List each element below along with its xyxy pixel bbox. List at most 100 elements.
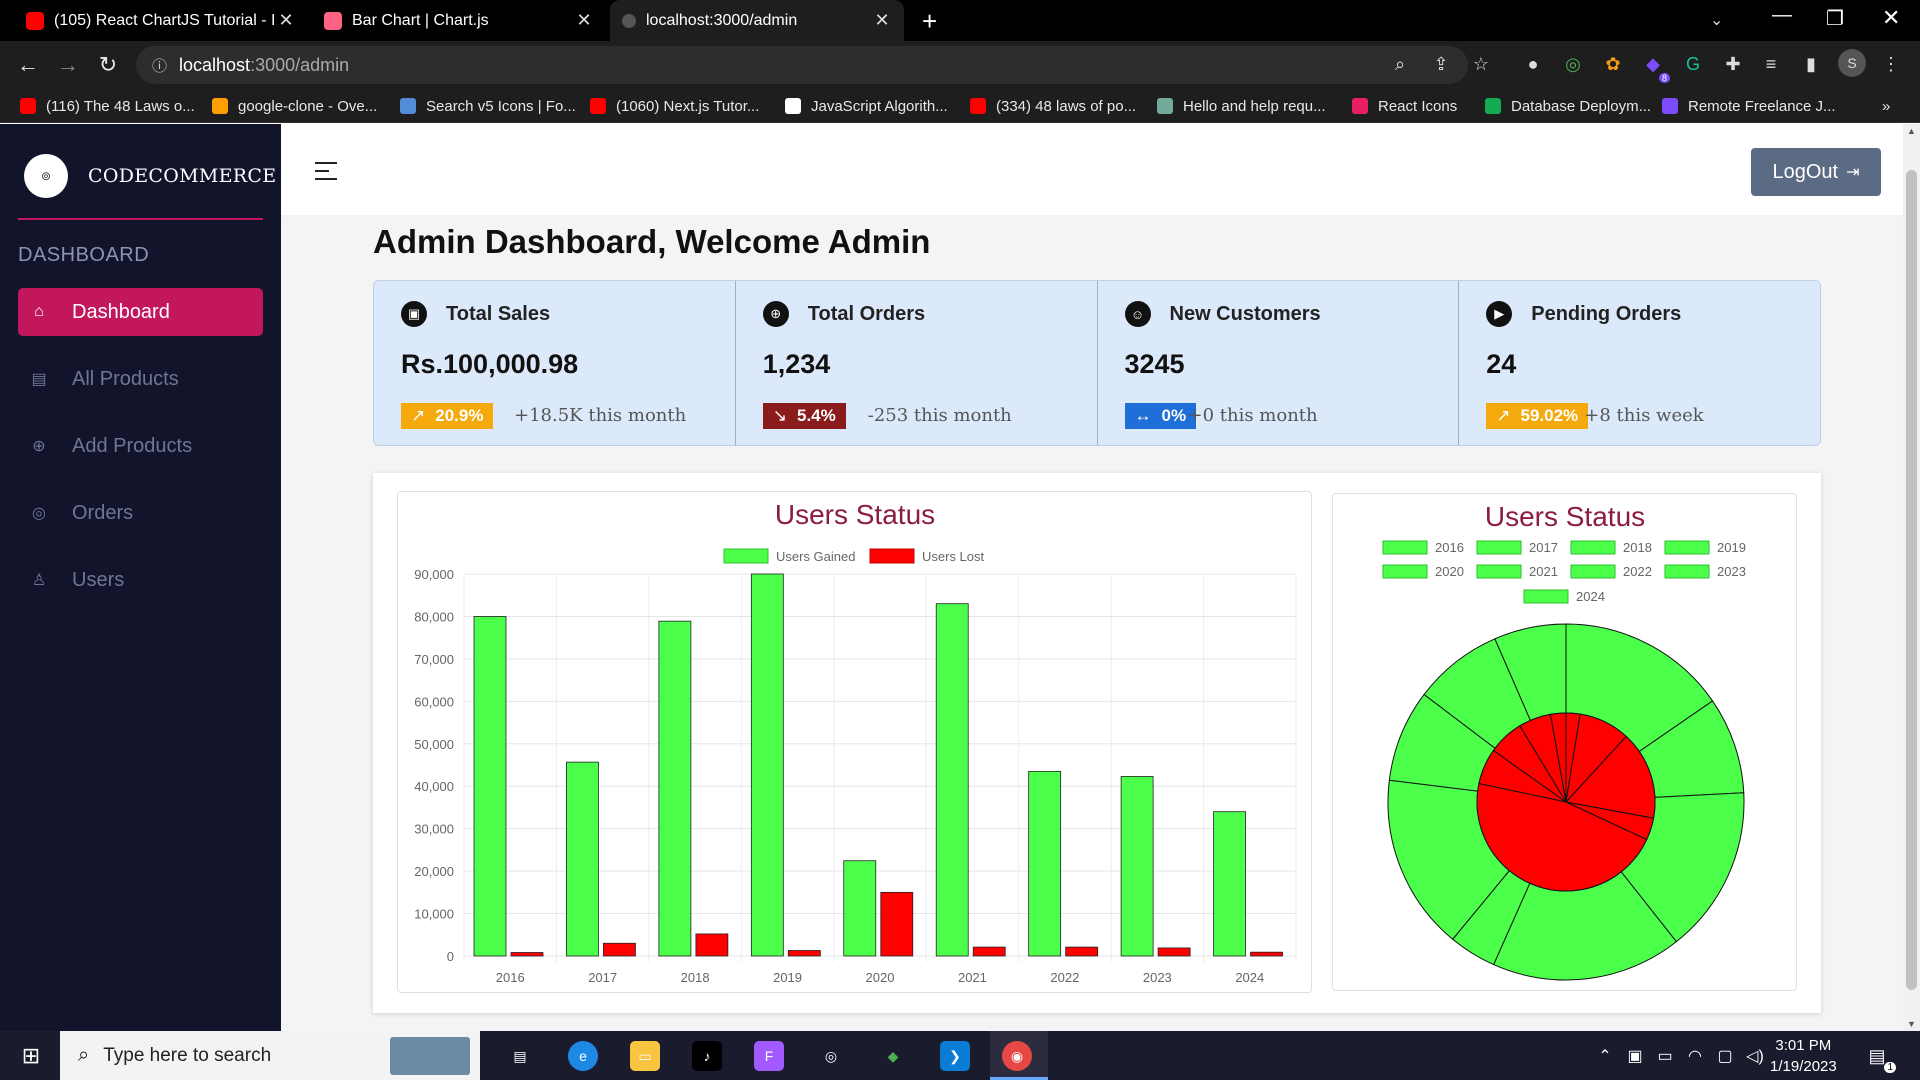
logout-icon: ⇥ [1846,164,1860,181]
bookmark-item[interactable]: google-clone - Ove... [212,95,377,117]
bookmark-item[interactable]: (116) The 48 Laws o... [20,95,195,117]
browser-toolbar: ← → ↻ ⓘ localhost :3000/admin ⌕ ⇪ ☆ ● ◎ … [0,41,1920,89]
tab-search-icon[interactable]: ⌄ [1710,10,1723,30]
bookmark-item[interactable]: JavaScript Algorith... [785,95,948,117]
stat-card: ☺ New Customers 3245 ↔ 0% +0 this month [1098,281,1460,445]
tab-bar-chart-chartjs[interactable]: Bar Chart | Chart.js ✕ [312,0,606,41]
bookmark-item[interactable]: React Icons [1352,95,1457,117]
bookmark-item[interactable]: Database Deploym... [1485,95,1651,117]
bookmark-favicon-icon [970,98,986,114]
bar [473,616,507,957]
clock[interactable]: 3:01 PM 1/19/2023 [1770,1035,1837,1077]
sidebar-item-users[interactable]: ♙ Users [18,556,263,604]
legend-swatch [869,548,915,564]
bookmark-item[interactable]: (1060) Next.js Tutor... [590,95,759,117]
minimize-button[interactable]: — [1772,4,1792,27]
stat-value: 1,234 [762,349,831,379]
sidebar-item-all-products[interactable]: ▤ All Products [18,355,263,403]
bookmark-label: JavaScript Algorith... [811,97,948,115]
notification-count: 1 [1884,1062,1896,1073]
battery-icon[interactable]: ▭ [1650,1041,1680,1071]
bookmark-item[interactable]: (334) 48 laws of po... [970,95,1136,117]
wifi-icon[interactable]: ◠ [1680,1041,1710,1071]
bookmark-label: Hello and help requ... [1183,97,1326,115]
extension-icon[interactable]: ◎ [1558,49,1588,79]
users-status-bar-chart: Users Status Users Gained Users Lost 0 10,00… [414,499,1297,985]
brand-name: CODECOMMERCE [88,165,277,187]
window-close-button[interactable]: ✕ [1882,5,1900,31]
network-icon[interactable]: ▣ [1620,1041,1650,1071]
scroll-down-icon[interactable]: ▼ [1907,1019,1916,1029]
x-tick-label: 2022 [1050,970,1079,985]
display-icon[interactable]: ▢ [1710,1041,1740,1071]
bookmark-favicon-icon [1157,98,1173,114]
taskbar-search[interactable]: ⌕ Type here to search [60,1031,480,1080]
extension-icon[interactable]: ● [1518,49,1548,79]
close-icon[interactable]: ✕ [872,10,892,31]
address-bar[interactable]: ⓘ localhost :3000/admin [136,46,1468,84]
brand[interactable]: ⊚ CODECOMMERCE [24,154,276,198]
extensions-puzzle-icon[interactable]: ✚ [1718,49,1748,79]
vscode-icon[interactable]: ❯ [940,1041,970,1071]
sidebar-item-dashboard[interactable]: ⌂ Dashboard [18,288,263,336]
bookmark-favicon-icon [1485,98,1501,114]
menu-icon[interactable]: ⋮ [1876,49,1906,79]
browser-tab-strip: (105) React ChartJS Tutorial - Intr ✕ Ba… [0,0,1920,41]
file-explorer-icon[interactable]: ▭ [630,1041,660,1071]
home-icon: ⌂ [34,303,44,320]
tab-localhost-admin[interactable]: localhost:3000/admin ✕ [610,0,904,41]
maximize-button[interactable]: ❐ [1826,6,1844,31]
logout-label: LogOut [1772,160,1839,183]
edge-icon[interactable]: e [568,1041,598,1071]
bookmark-label: (1060) Next.js Tutor... [616,97,760,115]
grammarly-icon[interactable]: G [1678,49,1708,79]
close-icon[interactable]: ✕ [276,10,296,31]
obs-icon[interactable]: ◎ [816,1041,846,1071]
add-circle-icon: ⊕ [32,438,46,455]
share-icon[interactable]: ⇪ [1426,49,1456,79]
windows-start-icon[interactable]: ⊞ [16,1041,46,1071]
extension-icon[interactable]: ✿ [1598,49,1628,79]
bar [603,942,636,957]
new-tab-button[interactable]: + [922,6,937,37]
bookmarks-bar: (116) The 48 Laws o... google-clone - Ove… [0,89,1920,123]
mongodb-compass-icon[interactable]: ◆ [878,1041,908,1071]
users-status-pie-chart: Users Status 2016 2017 2018 2019 2020 2021 2022… [1382,501,1746,981]
tiktok-icon[interactable]: ♪ [692,1041,722,1071]
page-title: Admin Dashboard, Welcome Admin [373,223,931,260]
figma-icon[interactable]: F [754,1041,784,1071]
sidebar-item-orders[interactable]: ◎ Orders [18,489,263,537]
back-button[interactable]: ← [8,45,48,85]
sidebar-item-add-products[interactable]: ⊕ Add Products [18,422,263,470]
scrollbar-thumb[interactable] [1906,170,1917,990]
tab-react-chartjs-tutorial[interactable]: (105) React ChartJS Tutorial - Intr ✕ [14,0,308,41]
zoom-icon[interactable]: ⌕ [1385,49,1415,79]
bar [1157,947,1191,957]
task-view-icon[interactable]: ▤ [505,1041,535,1071]
media-icon[interactable]: ≡ [1756,49,1786,79]
bookmarks-overflow-button[interactable]: » [1882,95,1890,117]
legend-label: Users Lost [922,549,985,564]
site-info-icon[interactable]: ⓘ [152,55,167,76]
side-panel-icon[interactable]: ▮ [1796,49,1826,79]
legend-swatch [723,548,769,564]
logout-button[interactable]: LogOut ⇥ [1751,148,1881,196]
notifications-icon[interactable]: ▤ 1 [1862,1041,1896,1073]
stat-change-percent: 0% [1161,406,1187,425]
brand-logo: ⊚ [24,154,68,198]
bookmark-item[interactable]: Search v5 Icons | Fo... [400,95,576,117]
forward-button[interactable]: → [48,45,88,85]
extension-icon[interactable]: ◆ 8 [1638,49,1670,83]
vertical-scrollbar[interactable]: ▲ ▼ [1903,124,1920,1031]
profile-avatar[interactable]: S [1838,49,1866,77]
close-icon[interactable]: ✕ [574,10,594,31]
hamburger-menu-icon[interactable] [315,162,337,180]
bookmark-item[interactable]: Remote Freelance J... [1662,95,1836,117]
bookmark-item[interactable]: Hello and help requ... [1157,95,1326,117]
scroll-up-icon[interactable]: ▲ [1907,126,1916,136]
volume-icon[interactable]: ◁) [1740,1041,1770,1071]
tray-overflow-icon[interactable]: ⌃ [1590,1041,1620,1071]
reload-button[interactable]: ↻ [88,45,128,85]
bookmark-star-icon[interactable]: ☆ [1466,49,1496,79]
y-tick-label: 10,000 [414,907,454,922]
